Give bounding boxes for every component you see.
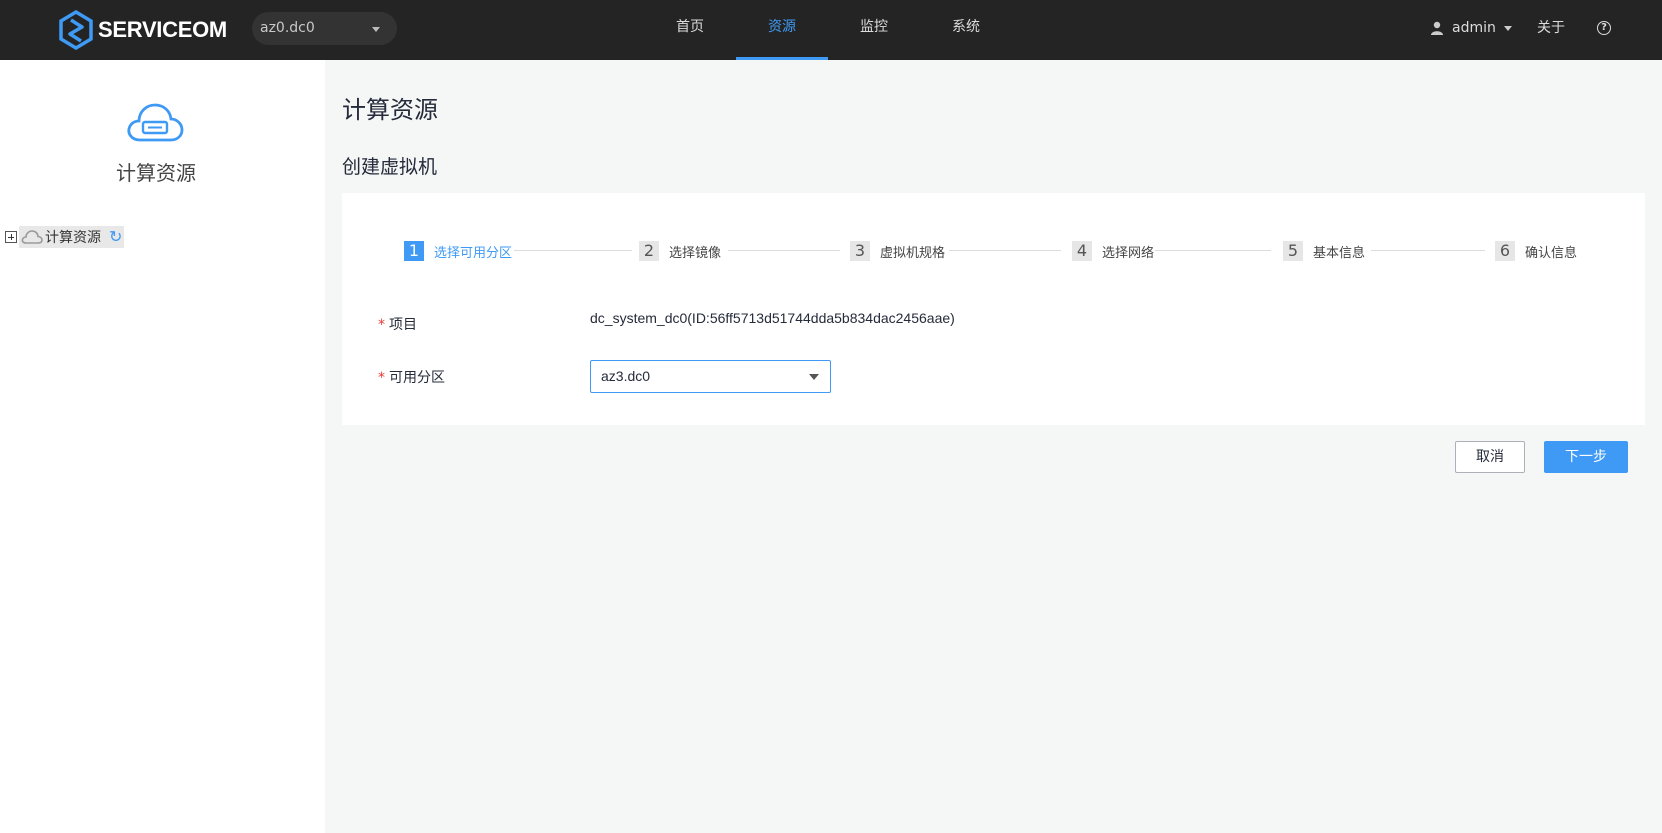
- section-title: 创建虚拟机: [342, 156, 438, 178]
- project-label: * 项目: [378, 317, 417, 333]
- step-connector: [514, 250, 632, 251]
- step-connector: [1155, 250, 1271, 251]
- about-link[interactable]: 关于: [1537, 0, 1565, 56]
- refresh-icon[interactable]: ↻: [109, 229, 122, 245]
- chevron-down-icon: [809, 374, 819, 380]
- cancel-button[interactable]: 取消: [1455, 441, 1525, 473]
- nav-resources[interactable]: 资源: [736, 0, 828, 60]
- az-select-value: az3.dc0: [601, 368, 651, 384]
- sidebar-title: 计算资源: [116, 161, 196, 185]
- logo-text: SERVICEOM: [98, 17, 227, 42]
- step-label: 确认信息: [1525, 245, 1578, 261]
- step-connector: [1371, 250, 1485, 251]
- step-label: 选择可用分区: [434, 245, 513, 261]
- user-menu[interactable]: admin: [1430, 0, 1512, 56]
- step-label: 基本信息: [1313, 245, 1366, 261]
- resource-tree: 计算资源 ↻: [5, 226, 125, 248]
- cloud-icon: [127, 103, 184, 142]
- step-number: 3: [850, 241, 870, 261]
- step-connector: [728, 250, 840, 251]
- tree-node-compute[interactable]: 计算资源 ↻: [19, 226, 125, 248]
- small-cloud-icon: [21, 230, 43, 244]
- user-icon: [1431, 21, 1443, 35]
- nav-monitor[interactable]: 监控: [828, 0, 920, 60]
- project-value: dc_system_dc0(ID:56ff5713d51744dda5b834d…: [590, 310, 955, 326]
- step-connector: [949, 250, 1061, 251]
- tree-node-label: 计算资源: [45, 230, 101, 246]
- tree-expand-icon[interactable]: [5, 231, 17, 243]
- nav-system[interactable]: 系统: [920, 0, 1012, 60]
- step-label: 选择镜像: [669, 245, 722, 261]
- next-step-button[interactable]: 下一步: [1544, 441, 1628, 473]
- step-label: 虚拟机规格: [880, 245, 946, 261]
- step-number: 5: [1283, 241, 1303, 261]
- chevron-down-icon: [1503, 25, 1512, 31]
- wizard-step-1: 1 选择可用分区: [404, 241, 512, 261]
- wizard-step-6: 6 确认信息: [1495, 241, 1577, 261]
- availability-zone-select[interactable]: az3.dc0: [590, 360, 831, 393]
- required-mark: *: [378, 317, 385, 333]
- wizard-step-5: 5 基本信息: [1283, 241, 1365, 261]
- sidebar: 计算资源 计算资源 ↻: [0, 60, 325, 833]
- serviceom-logo[interactable]: SERVICEOM: [58, 10, 227, 50]
- step-number: 6: [1495, 241, 1515, 261]
- wizard-step-3: 3 虚拟机规格: [850, 241, 945, 261]
- step-number: 2: [639, 241, 659, 261]
- wizard-step-4: 4 选择网络: [1072, 241, 1154, 261]
- top-navigation-bar: SERVICEOM az0.dc0 首页 资源 监控 系统 admin 关于 ?: [0, 0, 1662, 60]
- required-mark: *: [378, 370, 385, 386]
- wizard-step-2: 2 选择镜像: [639, 241, 721, 261]
- step-label: 选择网络: [1102, 245, 1155, 261]
- region-selector[interactable]: az0.dc0: [252, 12, 397, 45]
- create-vm-wizard-card: 1 选择可用分区 2 选择镜像 3 虚拟机规格 4 选择网络 5 基本信息 6 …: [342, 193, 1645, 425]
- nav-home[interactable]: 首页: [644, 0, 736, 60]
- region-value: az0.dc0: [260, 20, 315, 36]
- page-title: 计算资源: [342, 96, 438, 124]
- step-number: 4: [1072, 241, 1092, 261]
- user-name: admin: [1452, 20, 1496, 36]
- help-icon[interactable]: ?: [1597, 21, 1611, 35]
- chevron-down-icon: [372, 27, 380, 32]
- az-label: * 可用分区: [378, 370, 445, 386]
- step-number: 1: [404, 241, 424, 261]
- serviceom-logo-icon: [59, 10, 93, 50]
